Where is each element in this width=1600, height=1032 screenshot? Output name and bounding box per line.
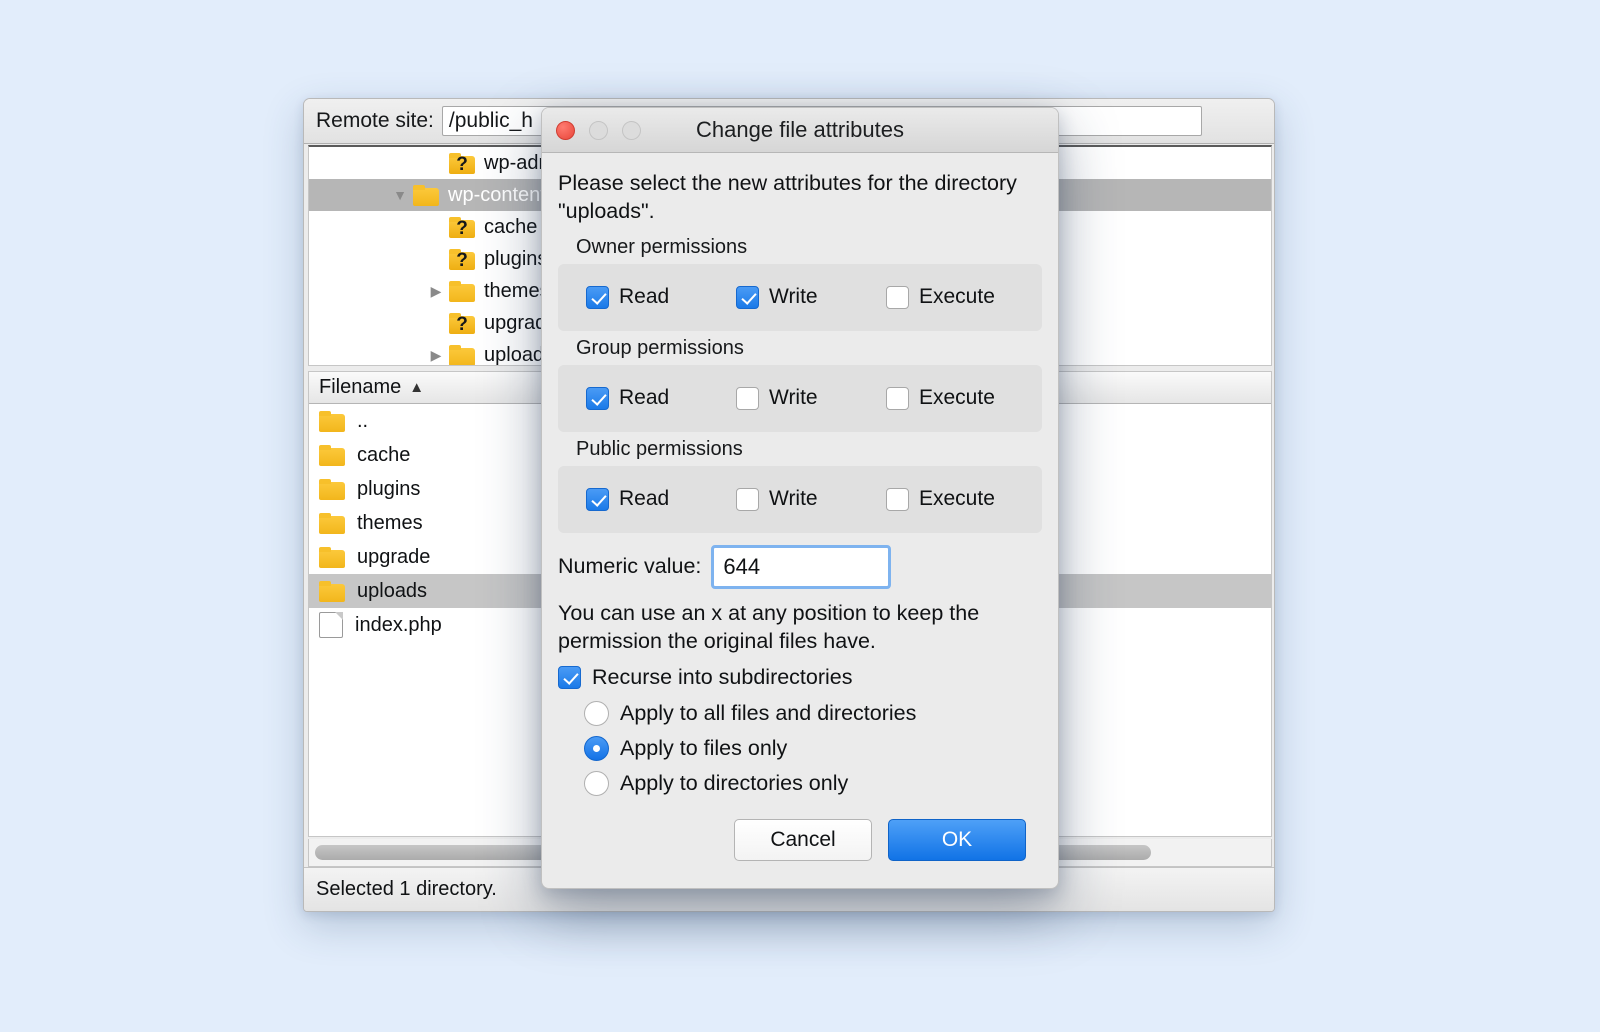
permission-checkbox-write[interactable]: Write (736, 487, 886, 511)
checkbox-icon[interactable] (558, 666, 581, 689)
permission-checkbox-label: Read (619, 487, 669, 511)
permission-checkbox-write[interactable]: Write (736, 285, 886, 309)
permission-group-box: Read Write Execute (558, 466, 1042, 533)
folder-unknown-icon: ? (449, 249, 475, 270)
permission-checkbox-label: Execute (919, 487, 995, 511)
question-mark-icon: ? (449, 315, 475, 335)
tree-twisty-collapsed-icon[interactable]: ▶ (423, 283, 449, 300)
permission-checkbox-execute[interactable]: Execute (886, 285, 1036, 309)
tree-item-label: themes (484, 280, 550, 303)
folder-icon (319, 581, 345, 602)
question-mark-icon: ? (449, 219, 475, 239)
checkbox-icon[interactable] (586, 286, 609, 309)
ok-button[interactable]: OK (888, 819, 1026, 861)
tree-twisty-collapsed-icon[interactable]: ▶ (423, 347, 449, 364)
checkbox-icon[interactable] (586, 488, 609, 511)
folder-icon (319, 445, 345, 466)
numeric-value-input[interactable]: 644 (711, 545, 891, 589)
file-name-label: index.php (355, 614, 442, 637)
permission-checkbox-write[interactable]: Write (736, 386, 886, 410)
permission-groups: Owner permissions Read Write Execute Group p… (558, 236, 1042, 533)
remote-site-label: Remote site: (316, 109, 434, 133)
status-text: Selected 1 directory. (316, 878, 497, 901)
radio-option-label: Apply to all files and directories (620, 701, 916, 726)
checkbox-icon[interactable] (586, 387, 609, 410)
dialog-body: Please select the new attributes for the… (542, 153, 1058, 861)
folder-icon (449, 281, 475, 302)
file-name-label: uploads (357, 580, 427, 603)
question-mark-icon: ? (449, 251, 475, 271)
change-file-attributes-dialog: Change file attributes Please select the… (541, 107, 1059, 889)
checkbox-icon[interactable] (886, 488, 909, 511)
dialog-buttons: Cancel OK (558, 801, 1042, 861)
permission-checkbox-label: Read (619, 285, 669, 309)
folder-icon (449, 345, 475, 366)
checkbox-icon[interactable] (736, 387, 759, 410)
permission-checkbox-label: Write (769, 285, 818, 309)
folder-unknown-icon: ? (449, 313, 475, 334)
folder-unknown-icon: ? (449, 217, 475, 238)
permission-checkbox-label: Write (769, 487, 818, 511)
permission-checkbox-label: Execute (919, 285, 995, 309)
tree-item-label: cache (484, 216, 537, 239)
file-name-label: upgrade (357, 546, 430, 569)
folder-unknown-icon: ? (449, 153, 475, 174)
checkbox-icon[interactable] (736, 286, 759, 309)
radio-option[interactable]: Apply to directories only (584, 766, 1042, 801)
recurse-label: Recurse into subdirectories (592, 665, 853, 690)
numeric-value-label: Numeric value: (558, 554, 701, 579)
permission-checkbox-execute[interactable]: Execute (886, 487, 1036, 511)
dialog-title: Change file attributes (542, 117, 1058, 143)
folder-icon (319, 513, 345, 534)
radio-option-label: Apply to files only (620, 736, 787, 761)
folder-icon (319, 411, 345, 432)
checkbox-icon[interactable] (886, 387, 909, 410)
radio-button-icon[interactable] (584, 701, 609, 726)
file-icon (319, 612, 343, 638)
permission-checkbox-label: Execute (919, 386, 995, 410)
radio-option[interactable]: Apply to files only (584, 731, 1042, 766)
dialog-intro-text: Please select the new attributes for the… (558, 169, 1042, 226)
checkbox-icon[interactable] (886, 286, 909, 309)
permission-checkbox-label: Write (769, 386, 818, 410)
permission-group-label: Public permissions (576, 438, 1042, 461)
numeric-hint-text: You can use an x at any position to keep… (558, 599, 1042, 656)
permission-checkbox-read[interactable]: Read (586, 386, 736, 410)
radio-option-label: Apply to directories only (620, 771, 848, 796)
recurse-into-subdirectories-checkbox[interactable]: Recurse into subdirectories (558, 665, 1042, 690)
folder-icon (413, 185, 439, 206)
numeric-value-row: Numeric value: 644 (558, 545, 1042, 589)
folder-icon (319, 479, 345, 500)
permission-group-label: Group permissions (576, 337, 1042, 360)
question-mark-icon: ? (449, 155, 475, 175)
permission-checkbox-read[interactable]: Read (586, 285, 736, 309)
apply-scope-radio-group: Apply to all files and directories Apply … (558, 696, 1042, 801)
radio-button-icon[interactable] (584, 771, 609, 796)
file-name-label: .. (357, 410, 368, 433)
permission-group-label: Owner permissions (576, 236, 1042, 259)
column-header-filename-label: Filename (319, 376, 401, 399)
permission-checkbox-execute[interactable]: Execute (886, 386, 1036, 410)
permission-checkbox-label: Read (619, 386, 669, 410)
permission-group-box: Read Write Execute (558, 264, 1042, 331)
tree-item-label: wp-content (448, 184, 546, 207)
radio-option[interactable]: Apply to all files and directories (584, 696, 1042, 731)
folder-icon (319, 547, 345, 568)
file-name-label: themes (357, 512, 423, 535)
permission-checkbox-read[interactable]: Read (586, 487, 736, 511)
cancel-button[interactable]: Cancel (734, 819, 872, 861)
checkbox-icon[interactable] (736, 488, 759, 511)
radio-button-icon[interactable] (584, 736, 609, 761)
dialog-titlebar[interactable]: Change file attributes (542, 108, 1058, 153)
sort-ascending-icon: ▲ (409, 379, 424, 396)
file-name-label: cache (357, 444, 410, 467)
file-name-label: plugins (357, 478, 420, 501)
tree-twisty-expanded-icon[interactable]: ▼ (387, 187, 413, 203)
tree-item-label: plugins (484, 248, 547, 271)
permission-group-box: Read Write Execute (558, 365, 1042, 432)
